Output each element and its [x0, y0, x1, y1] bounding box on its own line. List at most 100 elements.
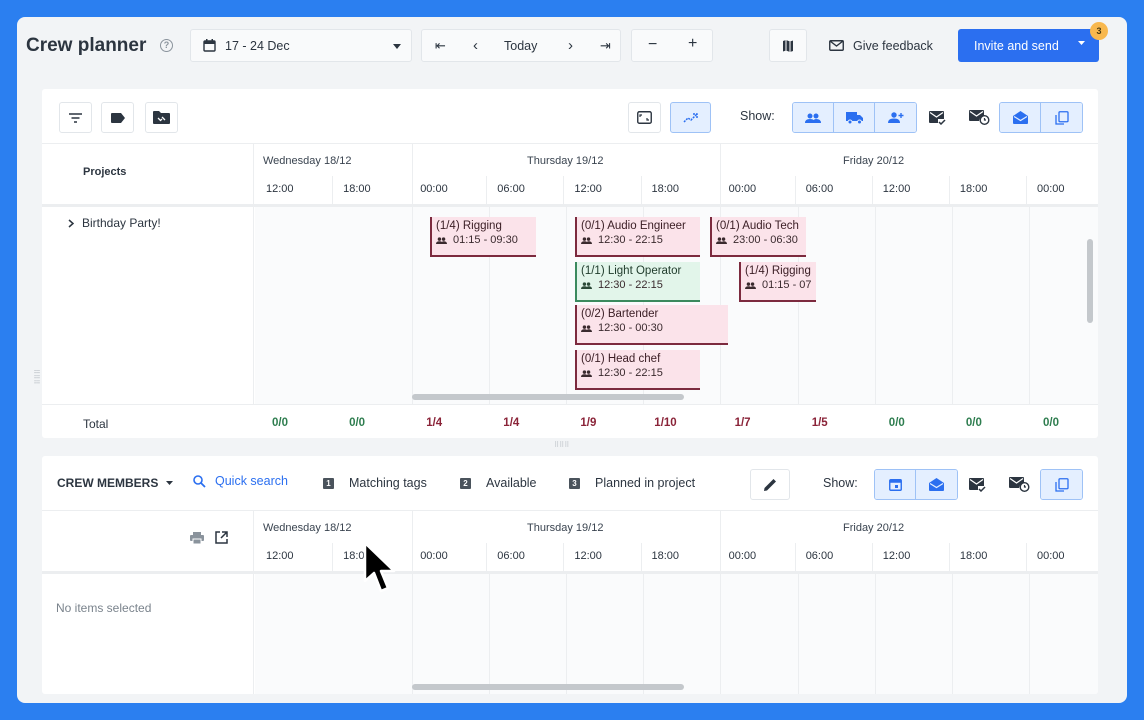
filter-button[interactable] [59, 102, 92, 133]
copy-toggle[interactable] [1041, 470, 1082, 499]
people-icon [581, 281, 592, 289]
mouse-cursor-icon [363, 541, 396, 593]
hour-label: 06:00 [497, 183, 525, 195]
today-button[interactable]: Today [504, 39, 537, 53]
hour-label: 00:00 [420, 183, 448, 195]
total-cell: 1/9 [580, 417, 597, 429]
hour-separator [794, 176, 796, 204]
date-range-select[interactable]: 17 - 24 Dec [190, 29, 412, 62]
first-page-icon[interactable]: ⇤ [435, 38, 446, 54]
chevron-right-icon[interactable] [68, 218, 74, 228]
show-toggle-group [792, 102, 917, 133]
horizontal-scrollbar[interactable] [412, 394, 684, 400]
side-resize-handle[interactable]: ⠿⠿⠿ [31, 369, 39, 384]
day-label: Thursday 19/12 [527, 522, 604, 534]
invite-and-send-button[interactable]: Invite and send [958, 29, 1099, 62]
hour-label: 06:00 [497, 550, 525, 562]
task-title: (1/1) Light Operator [581, 265, 682, 277]
hour-label: 00:00 [420, 550, 448, 562]
pencil-icon [763, 479, 776, 491]
task-block[interactable]: (1/4) Rigging 01:15 - 07 [739, 262, 816, 302]
project-name: Birthday Party! [82, 216, 161, 230]
total-cell: 1/5 [811, 417, 828, 429]
give-feedback-button[interactable]: Give feedback [829, 29, 933, 62]
grid-line [1028, 574, 1030, 694]
next-icon[interactable]: › [568, 37, 573, 54]
expand-view-button[interactable] [628, 102, 661, 133]
calendar-toggle[interactable] [875, 470, 916, 499]
task-title: (0/1) Audio Engineer [581, 220, 686, 232]
grid-line [874, 207, 876, 404]
legend-label: Matching tags [349, 476, 427, 490]
hour-separator [563, 176, 565, 204]
task-block[interactable]: (0/2) Bartender 12:30 - 00:30 [575, 305, 728, 345]
mail-check-toggle[interactable] [958, 469, 996, 500]
give-feedback-label: Give feedback [853, 38, 933, 53]
chevron-down-icon[interactable] [166, 481, 173, 485]
prev-icon[interactable]: ‹ [473, 37, 478, 54]
legend-number: 1 [323, 477, 334, 489]
horizontal-scrollbar[interactable] [412, 684, 684, 690]
task-block[interactable]: (1/1) Light Operator 12:30 - 22:15 [575, 262, 700, 302]
edit-button[interactable] [750, 469, 790, 500]
people-icon [436, 236, 447, 244]
mail-schedule-toggle[interactable] [1000, 469, 1038, 500]
mail-open-toggle[interactable] [1000, 103, 1041, 132]
print-icon[interactable] [190, 532, 204, 544]
total-cell: 0/0 [965, 417, 982, 429]
day-separator [720, 144, 721, 204]
total-cell: 1/4 [426, 417, 443, 429]
person-add-icon [888, 112, 904, 123]
chevron-down-icon[interactable] [1078, 41, 1085, 46]
add-person-toggle[interactable] [875, 103, 916, 132]
header-bar: Crew planner ? 17 - 24 Dec ⇤ ‹ Today › ⇥… [17, 17, 1127, 75]
help-icon[interactable]: ? [160, 39, 173, 52]
total-cell: 1/10 [654, 417, 677, 429]
mail-open-icon [929, 478, 944, 491]
last-page-icon[interactable]: ⇥ [600, 38, 611, 54]
panel-resize-handle[interactable]: ⠿⠿⠿ [554, 441, 569, 449]
hour-separator [1026, 176, 1027, 204]
project-row-birthday-party[interactable]: Birthday Party! [68, 216, 161, 230]
mail-open-icon [1012, 111, 1028, 124]
mail-schedule-toggle[interactable] [960, 102, 998, 133]
mail-open-toggle[interactable] [916, 470, 957, 499]
crew-members-title[interactable]: CREW MEMBERS [57, 476, 158, 490]
task-title: (0/2) Bartender [581, 308, 659, 320]
hour-separator [948, 543, 950, 571]
open-external-icon[interactable] [215, 531, 228, 544]
people-toggle[interactable] [793, 103, 834, 132]
vertical-scrollbar[interactable] [1087, 239, 1093, 323]
show-toggle-group-2 [999, 102, 1083, 133]
task-title: (0/1) Audio Tech [716, 220, 799, 232]
task-time: 12:30 - 22:15 [598, 367, 663, 379]
task-block[interactable]: (0/1) Audio Engineer 12:30 - 22:15 [575, 217, 700, 257]
task-block[interactable]: (0/1) Audio Tech 23:00 - 06:30 [710, 217, 806, 257]
legend-number: 2 [460, 477, 471, 489]
mail-check-toggle[interactable] [918, 102, 956, 133]
map-button[interactable] [769, 29, 807, 62]
notification-badge: 3 [1090, 22, 1108, 40]
total-cell: 0/0 [1043, 417, 1059, 429]
task-title: (1/4) Rigging [436, 220, 502, 232]
crew-column-header [42, 511, 254, 571]
projects-column-header [42, 144, 254, 204]
hour-label: 06:00 [805, 183, 834, 195]
tag-button[interactable] [101, 102, 134, 133]
zoom-in-button[interactable]: + [688, 35, 697, 53]
hour-separator [486, 176, 488, 204]
zoom-out-button[interactable]: − [648, 36, 657, 54]
projects-list [42, 207, 254, 404]
total-cell: 0/0 [349, 417, 366, 429]
trend-view-button[interactable] [670, 102, 711, 133]
copy-toggle[interactable] [1041, 103, 1082, 132]
task-block[interactable]: (0/1) Head chef 12:30 - 22:15 [575, 350, 700, 390]
task-title: (1/4) Rigging [745, 265, 811, 277]
task-time: 23:00 - 06:30 [733, 234, 798, 246]
empty-state-text: No items selected [56, 601, 152, 615]
day-label: Friday 20/12 [843, 522, 905, 534]
folder-button[interactable] [145, 102, 178, 133]
vehicles-toggle[interactable] [834, 103, 875, 132]
quick-search-button[interactable]: Quick search [193, 474, 288, 488]
task-block[interactable]: (1/4) Rigging 01:15 - 09:30 [430, 217, 536, 257]
